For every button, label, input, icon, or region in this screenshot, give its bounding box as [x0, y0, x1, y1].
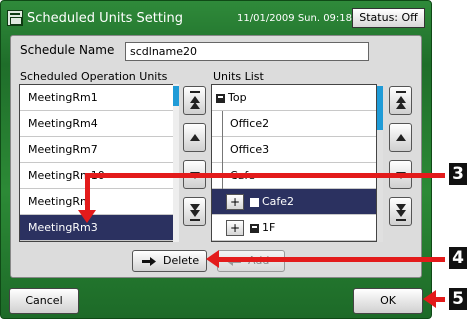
units-list-tree[interactable]: Top Office2 Office3 Cafe + Cafe2 + 1F — [211, 84, 377, 242]
top-bar-icon — [190, 91, 200, 93]
status-button[interactable]: Status: Off — [352, 8, 425, 28]
schedule-name-label: Schedule Name — [20, 43, 115, 57]
tree-item-label: Top — [228, 91, 247, 104]
cancel-button[interactable]: Cancel — [9, 288, 79, 314]
units-list-scrollbar[interactable] — [377, 84, 383, 242]
double-down-icon-lower — [190, 210, 200, 217]
scrollbar-thumb[interactable] — [377, 86, 383, 130]
expand-button[interactable]: + — [226, 194, 244, 210]
bottom-bar-icon — [190, 219, 200, 221]
title-bar: Scheduled Units Setting 11/01/2009 Sun. … — [1, 1, 433, 39]
scheduled-units-scrollbar[interactable] — [173, 84, 179, 242]
units-scroll-top-button[interactable] — [389, 86, 412, 115]
tree-item-selected[interactable]: + Cafe2 — [212, 189, 376, 215]
settings-panel: Schedule Name scdlname20 Scheduled Opera… — [10, 35, 422, 278]
expand-button[interactable]: + — [226, 220, 244, 236]
schedule-name-input[interactable]: scdlname20 — [125, 42, 369, 61]
callout-3-badge: 3 — [449, 163, 467, 185]
callout-3-drop — [85, 173, 90, 213]
folder-icon — [216, 93, 225, 103]
tree-item[interactable]: + 1F — [212, 215, 376, 241]
callout-5-arrowhead — [423, 290, 436, 308]
scheduled-units-window: Scheduled Units Setting 11/01/2009 Sun. … — [0, 0, 432, 319]
bottom-bar-icon — [396, 219, 406, 221]
delete-button[interactable]: Delete — [132, 250, 207, 272]
scheduled-units-header: Scheduled Operation Units — [20, 70, 168, 83]
schedule-icon — [7, 10, 23, 26]
scroll-bottom-button[interactable] — [183, 197, 206, 226]
group-icon — [250, 197, 259, 207]
callout-5-badge: 5 — [449, 288, 467, 310]
top-bar-icon — [396, 91, 406, 93]
list-item[interactable]: MeetingRm7 — [20, 137, 176, 163]
list-item[interactable]: MeetingRm — [20, 189, 176, 215]
callout-5-line — [435, 297, 445, 302]
up-arrow-icon — [396, 134, 406, 141]
tree-item[interactable]: Office2 — [212, 111, 376, 137]
scrollbar-thumb[interactable] — [173, 86, 179, 106]
tree-item[interactable]: Office3 — [212, 137, 376, 163]
callout-4-arrowhead — [206, 250, 219, 268]
callout-4-badge: 4 — [449, 247, 467, 269]
group-icon — [250, 223, 259, 233]
list-item[interactable]: MeetingRm4 — [20, 111, 176, 137]
tree-item-label: Office2 — [230, 117, 270, 130]
window-title: Scheduled Units Setting — [27, 11, 184, 26]
callout-3-arrowhead — [78, 210, 96, 223]
date-time: 11/01/2009 Sun. 09:18 AM — [237, 13, 371, 24]
tree-item-label: 1F — [262, 221, 276, 234]
tree-item-label: Office3 — [230, 143, 270, 156]
units-scroll-up-button[interactable] — [389, 123, 412, 152]
scroll-up-button[interactable] — [183, 123, 206, 152]
list-item-selected[interactable]: MeetingRm3 — [20, 215, 176, 241]
scheduled-units-list[interactable]: MeetingRm1 MeetingRm4 MeetingRm7 Meeting… — [19, 84, 177, 242]
double-down-icon-lower — [396, 210, 406, 217]
ok-button[interactable]: OK — [353, 288, 423, 314]
tree-item-label: Cafe2 — [262, 195, 295, 208]
double-up-icon-lower — [396, 102, 406, 109]
scroll-top-button[interactable] — [183, 86, 206, 115]
tree-connector — [222, 137, 223, 163]
up-arrow-icon — [190, 134, 200, 141]
callout-3-line — [85, 173, 445, 178]
right-arrow-icon — [142, 257, 156, 266]
tree-item-root[interactable]: Top — [212, 85, 376, 111]
units-scroll-bottom-button[interactable] — [389, 197, 412, 226]
tree-connector — [222, 111, 223, 137]
double-up-icon-lower — [190, 102, 200, 109]
list-item[interactable]: MeetingRm1 — [20, 85, 176, 111]
delete-button-label: Delete — [163, 254, 200, 267]
callout-4-line — [218, 257, 445, 262]
units-list-header: Units List — [213, 70, 264, 83]
